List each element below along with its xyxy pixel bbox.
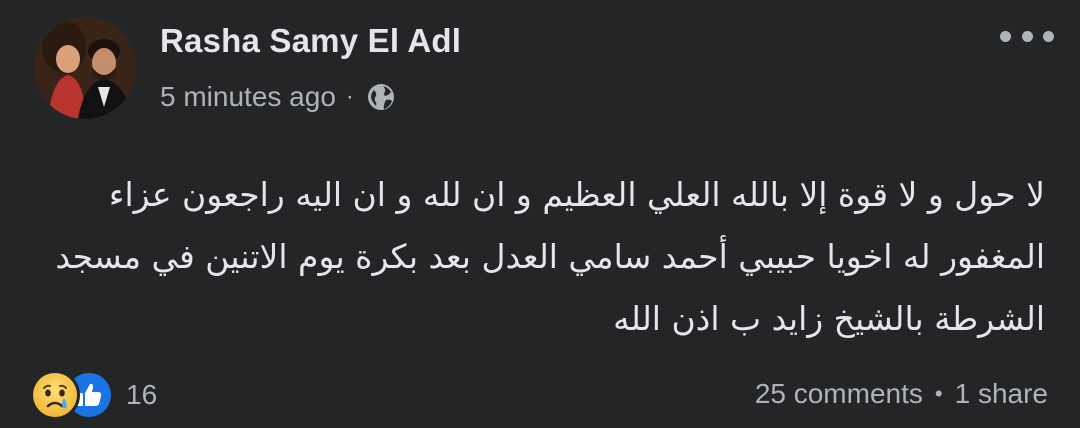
meta-separator: · [345, 83, 354, 110]
shares-link[interactable]: 1 share [955, 378, 1048, 410]
reactions-summary[interactable]: 16 [30, 370, 158, 420]
more-options-button[interactable] [1000, 22, 1054, 50]
globe-icon[interactable] [366, 82, 396, 112]
sad-icon [30, 370, 80, 420]
post-meta: 5 minutes ago · [160, 81, 396, 113]
more-dot [1000, 30, 1011, 42]
more-dot [1043, 30, 1054, 42]
more-dot [1021, 30, 1033, 42]
engagement-stats: 25 comments • 1 share [755, 378, 1048, 410]
author-name[interactable]: Rasha Samy El Adl [160, 22, 461, 60]
post-timestamp[interactable]: 5 minutes ago [160, 81, 336, 113]
comments-link[interactable]: 25 comments [755, 378, 923, 410]
facebook-post: Rasha Samy El Adl 5 minutes ago · لا حول… [0, 0, 1080, 428]
post-text: لا حول و لا قوة إلا بالله العلي العظيم و… [55, 175, 1045, 338]
footer-separator: • [934, 381, 943, 406]
reaction-count: 16 [126, 379, 158, 410]
avatar-photo [34, 17, 136, 119]
avatar[interactable] [34, 17, 136, 119]
